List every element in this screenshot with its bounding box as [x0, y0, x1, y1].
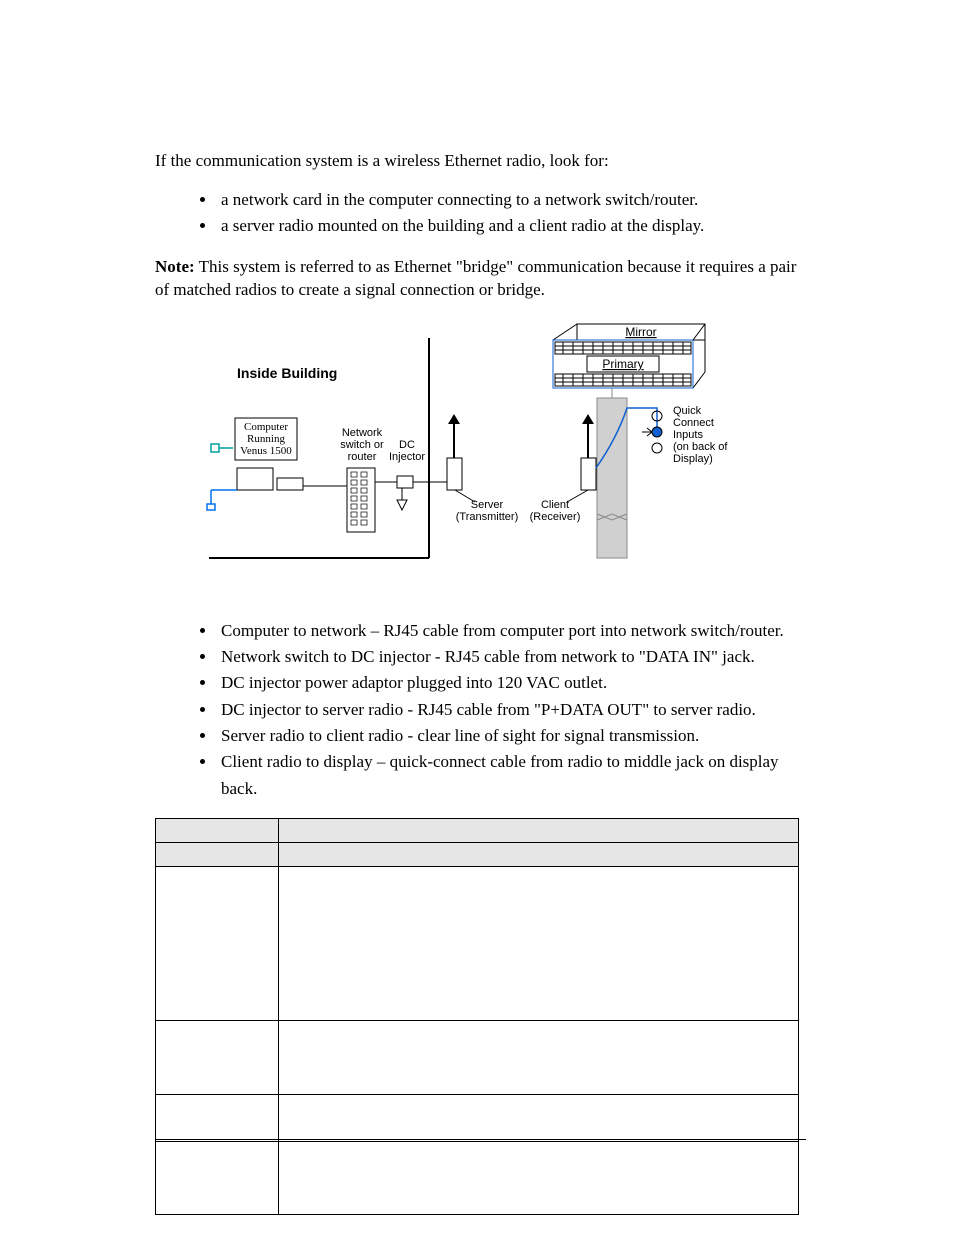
table-header-row	[156, 818, 799, 842]
list-item: .	[308, 988, 797, 1008]
note-label: Note:	[155, 257, 195, 276]
list-item: .	[308, 1048, 797, 1068]
reference-table: . . . . . . . . .	[155, 818, 799, 1216]
client-label-1: Client	[541, 499, 569, 511]
computer-label-1: Computer	[244, 421, 288, 433]
network-label-2: switch or	[340, 439, 384, 451]
cell-bullet-list: . . .	[280, 1143, 797, 1214]
list-item: Client radio to display – quick-connect …	[217, 749, 799, 802]
list-item: .	[308, 899, 797, 919]
primary-label: Primary	[602, 357, 643, 371]
table-row: . . .	[156, 1141, 799, 1215]
connections-bullet-list: Computer to network – RJ45 cable from co…	[155, 618, 799, 802]
mirror-label: Mirror	[625, 325, 656, 339]
list-item: .	[308, 1102, 797, 1122]
dc-label-2: Injector	[389, 451, 425, 463]
computer-label-3: Venus 1500	[240, 445, 292, 457]
list-item: .	[308, 874, 797, 894]
inside-building-label: Inside Building	[237, 365, 337, 381]
dc-label-1: DC	[399, 439, 415, 451]
list-item: Computer to network – RJ45 cable from co…	[217, 618, 799, 644]
footer-rule	[155, 1139, 806, 1140]
list-item: .	[308, 962, 797, 982]
list-item: .	[308, 1168, 797, 1188]
client-label-2: (Receiver)	[530, 511, 581, 523]
list-item: a server radio mounted on the building a…	[217, 213, 799, 239]
qc-label-2: Connect	[673, 417, 714, 429]
table-subheader-row	[156, 842, 799, 866]
table-row: .	[156, 1094, 799, 1141]
list-item: Server radio to client radio - clear lin…	[217, 723, 799, 749]
list-item: Network switch to DC injector - RJ45 cab…	[217, 644, 799, 670]
cell-bullet-list: . . .	[280, 1022, 797, 1093]
page: If the communication system is a wireles…	[0, 0, 954, 1235]
list-item: DC injector to server radio - RJ45 cable…	[217, 697, 799, 723]
qc-label-3: Inputs	[673, 429, 703, 441]
table-row: . . . . .	[156, 866, 799, 1021]
list-item: .	[308, 1149, 797, 1169]
qc-label-1: Quick	[673, 405, 702, 417]
list-item: a network card in the computer connectin…	[217, 187, 799, 213]
list-item: DC injector power adaptor plugged into 1…	[217, 670, 799, 696]
network-diagram: Inside Building Computer Running Venus 1…	[197, 318, 757, 588]
server-label-2: (Transmitter)	[456, 511, 519, 523]
list-item: .	[308, 1028, 797, 1048]
intro-bullet-list: a network card in the computer connectin…	[155, 187, 799, 240]
network-label-1: Network	[342, 427, 383, 439]
list-item: .	[308, 937, 797, 957]
list-item: .	[308, 1188, 797, 1208]
intro-paragraph: If the communication system is a wireles…	[155, 150, 799, 173]
computer-label-2: Running	[247, 433, 285, 445]
note-paragraph: Note: This system is referred to as Ethe…	[155, 256, 799, 302]
list-item: .	[308, 1067, 797, 1087]
note-text: This system is referred to as Ethernet "…	[155, 257, 796, 299]
cell-bullet-list: . . . . .	[280, 868, 797, 1020]
table-row: . . .	[156, 1021, 799, 1095]
cell-bullet-list: .	[280, 1096, 797, 1128]
qc-label-5: Display)	[673, 453, 713, 465]
qc-label-4: (on back of	[673, 441, 728, 453]
server-label-1: Server	[471, 499, 504, 511]
network-label-3: router	[348, 451, 377, 463]
